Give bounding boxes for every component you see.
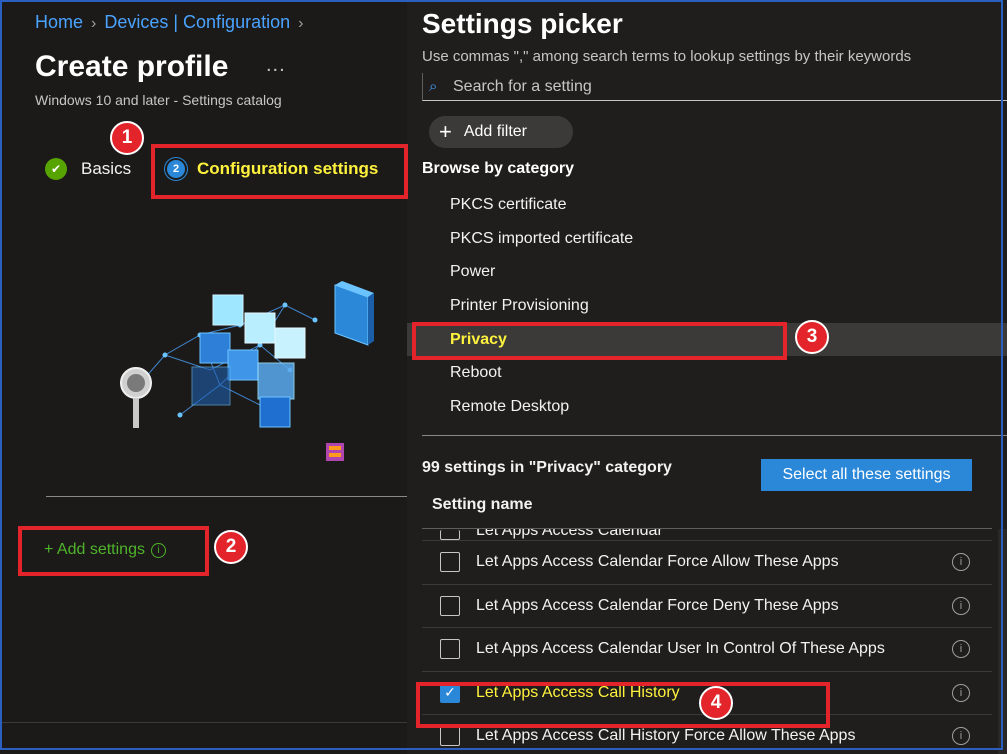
checkbox[interactable] bbox=[440, 530, 460, 540]
add-settings-link[interactable]: + Add settings i bbox=[44, 541, 166, 559]
list-item[interactable]: Let Apps Access Calendar Force Deny Thes… bbox=[422, 585, 992, 628]
category-item[interactable]: PKCS certificate bbox=[407, 188, 1007, 222]
tab-configuration-settings-label: Configuration settings bbox=[197, 159, 379, 178]
add-filter-button[interactable]: + Add filter bbox=[429, 116, 573, 148]
picker-title: Settings picker bbox=[422, 8, 623, 39]
setting-name: Let Apps Access Calendar User In Control… bbox=[476, 640, 885, 658]
setting-name: Let Apps Access Call History Force Allow… bbox=[476, 727, 856, 745]
list-item[interactable]: Let Apps Access Calendar bbox=[422, 529, 992, 541]
annotation-badge: 1 bbox=[110, 121, 144, 155]
divider bbox=[46, 496, 407, 497]
settings-catalog-illustration-icon bbox=[120, 281, 374, 461]
annotation-badge: 2 bbox=[214, 530, 248, 564]
tab-basics[interactable]: ✔ Basics bbox=[45, 158, 131, 180]
picker-description: Use commas "," among search terms to loo… bbox=[422, 48, 912, 65]
category-item[interactable]: Power bbox=[407, 255, 1007, 289]
search-icon: ⌕ bbox=[429, 78, 438, 95]
breadcrumb: Home › Devices | Configuration › bbox=[35, 12, 311, 33]
info-icon[interactable]: i bbox=[952, 683, 970, 702]
tab-basics-label: Basics bbox=[81, 159, 132, 178]
browse-heading: Browse by category bbox=[422, 160, 575, 177]
category-item[interactable]: Remote Desktop bbox=[407, 390, 1007, 424]
checkbox[interactable] bbox=[440, 595, 460, 616]
breadcrumb-home[interactable]: Home bbox=[35, 12, 83, 32]
more-options-icon[interactable]: ... bbox=[266, 54, 286, 77]
info-icon[interactable]: i bbox=[952, 596, 970, 615]
list-item[interactable]: Let Apps Access Calendar Force Allow The… bbox=[422, 541, 992, 585]
plus-icon: + bbox=[439, 119, 452, 144]
page-title: Create profile bbox=[35, 50, 229, 83]
info-icon[interactable]: i bbox=[952, 640, 970, 659]
scrollbar[interactable] bbox=[998, 529, 1007, 754]
column-header-setting-name[interactable]: Setting name bbox=[432, 496, 532, 514]
checkbox[interactable] bbox=[440, 726, 460, 747]
category-list: PKCS certificate PKCS imported certifica… bbox=[407, 188, 1007, 424]
chevron-right-icon: › bbox=[91, 15, 97, 32]
profile-pane: Home › Devices | Configuration › Create pro… bbox=[0, 0, 407, 754]
select-all-button[interactable]: Select all these settings bbox=[761, 459, 972, 491]
search-input[interactable] bbox=[451, 76, 995, 97]
chevron-right-icon: › bbox=[298, 15, 304, 32]
category-item-privacy[interactable]: Privacy bbox=[407, 322, 1007, 357]
category-item[interactable]: Reboot bbox=[407, 356, 1007, 390]
search-box: ⌕ bbox=[422, 73, 1007, 101]
divider bbox=[422, 435, 1007, 436]
category-item[interactable]: Printer Provisioning bbox=[407, 289, 1007, 323]
checkmark-icon: ✔ bbox=[45, 158, 67, 180]
setting-name: Let Apps Access Calendar Force Allow The… bbox=[476, 553, 839, 571]
info-icon[interactable]: i bbox=[952, 553, 970, 572]
settings-list: Let Apps Access Calendar Let Apps Access… bbox=[422, 529, 992, 754]
breadcrumb-devices-configuration[interactable]: Devices | Configuration bbox=[104, 12, 290, 32]
list-item[interactable]: Let Apps Access Call History Force Allow… bbox=[422, 715, 992, 754]
settings-count: 99 settings in "Privacy" category bbox=[422, 459, 672, 476]
settings-picker-panel: Settings picker Use commas "," among sea… bbox=[407, 0, 1007, 754]
setting-name: Let Apps Access Calendar Force Deny Thes… bbox=[476, 596, 839, 614]
add-filter-label: Add filter bbox=[463, 123, 527, 140]
annotation-badge: 3 bbox=[795, 320, 829, 354]
add-settings-label: + Add settings bbox=[44, 541, 145, 558]
checkbox[interactable] bbox=[440, 639, 460, 660]
tab-configuration-settings[interactable]: 2 Configuration settings bbox=[165, 158, 378, 180]
page-subtitle: Windows 10 and later - Settings catalog bbox=[35, 92, 282, 108]
checkbox[interactable] bbox=[440, 552, 460, 573]
annotation-badge: 4 bbox=[699, 686, 733, 720]
step-number-badge: 2 bbox=[165, 158, 187, 180]
divider bbox=[0, 722, 407, 723]
checkbox-checked[interactable]: ✓ bbox=[440, 682, 460, 703]
info-icon[interactable]: i bbox=[952, 727, 970, 746]
category-item[interactable]: PKCS imported certificate bbox=[407, 222, 1007, 256]
list-item[interactable]: Let Apps Access Calendar User In Control… bbox=[422, 628, 992, 672]
setting-name: Let Apps Access Calendar bbox=[476, 529, 663, 539]
info-icon: i bbox=[150, 542, 166, 558]
